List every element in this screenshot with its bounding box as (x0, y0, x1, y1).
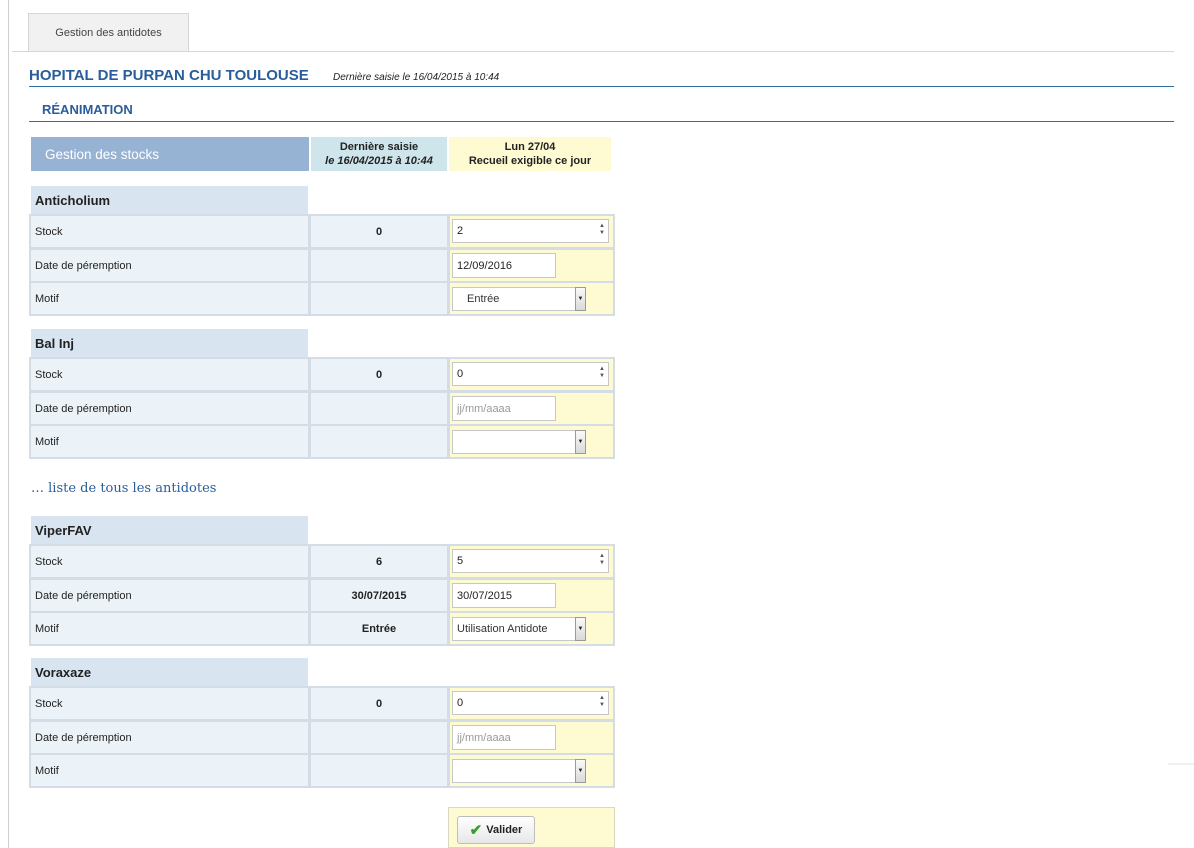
stocks-header: Gestion des stocks (31, 137, 309, 171)
reason-label: Motif (31, 755, 308, 786)
dropdown-arrow-icon[interactable]: ▼ (575, 759, 586, 783)
scroll-marker (1168, 763, 1194, 765)
stock-input-cell: 0 ▲ ▼ (450, 688, 613, 719)
dropdown-arrow-icon[interactable]: ▼ (575, 617, 586, 641)
last-reason-value: Entrée (311, 613, 447, 644)
expiry-label: Date de péremption (31, 250, 308, 281)
expiry-label: Date de péremption (31, 722, 308, 753)
antidote-grid: Stock 0 0 ▲ ▼ Date de péremption jj/mm/aa… (29, 686, 615, 788)
last-entry-header-title: Dernière saisie (339, 141, 419, 153)
expiry-date-input[interactable]: 12/09/2016 (452, 253, 556, 278)
check-icon: ✔ (469, 822, 483, 839)
hospital-header: HOPITAL DE PURPAN CHU TOULOUSE Dernière … (29, 66, 1174, 87)
stock-input-value: 2 (457, 225, 464, 237)
hospital-name: HOPITAL DE PURPAN CHU TOULOUSE (29, 67, 309, 84)
antidote-name: Bal Inj (31, 329, 308, 357)
today-header-date: Lun 27/04 (504, 141, 556, 153)
antidote-name: Anticholium (31, 186, 308, 214)
last-stock-value: 0 (311, 216, 447, 247)
stock-input[interactable]: 5 ▲ ▼ (452, 549, 609, 573)
hospital-last-entry: Dernière saisie le 16/04/2015 à 10:44 (333, 72, 500, 83)
all-antidotes-link[interactable]: … liste de tous les antidotes (31, 481, 216, 496)
last-stock-value: 0 (311, 688, 447, 719)
spinner-arrows-icon[interactable]: ▲ ▼ (599, 695, 605, 709)
last-expiry-value: 30/07/2015 (311, 580, 447, 611)
service-header: RÉANIMATION (29, 101, 1174, 122)
antidote-name: Voraxaze (31, 658, 308, 686)
reason-select-cell: ▼ (450, 755, 613, 786)
stock-input-cell: 2 ▲ ▼ (450, 216, 613, 247)
reason-select-cell: ▼ (450, 426, 613, 457)
expiry-input-cell: 12/09/2016 (450, 250, 613, 281)
expiry-input-cell: jj/mm/aaaa (450, 722, 613, 753)
stock-input-cell: 5 ▲ ▼ (450, 546, 613, 577)
stock-input[interactable]: 2 ▲ ▼ (452, 219, 609, 243)
last-expiry-value (311, 393, 447, 424)
reason-select[interactable]: Utilisation Antidote ▼ (452, 617, 586, 641)
reason-label: Motif (31, 283, 308, 314)
last-stock-value: 6 (311, 546, 447, 577)
submit-area: ✔ Valider (448, 807, 615, 848)
reason-select-value: Utilisation Antidote (457, 623, 548, 635)
expiry-input-cell: 30/07/2015 (450, 580, 613, 611)
spinner-arrows-icon[interactable]: ▲ ▼ (599, 366, 605, 380)
expiry-date-input[interactable]: 30/07/2015 (452, 583, 556, 608)
stock-input-cell: 0 ▲ ▼ (450, 359, 613, 390)
antidote-grid: Stock 0 2 ▲ ▼ Date de péremption 12/09/20… (29, 214, 615, 316)
dropdown-arrow-icon[interactable]: ▼ (575, 430, 586, 454)
reason-select[interactable]: Entrée ▼ (452, 287, 586, 311)
last-reason-value (311, 426, 447, 457)
last-expiry-value (311, 250, 447, 281)
dropdown-arrow-icon[interactable]: ▼ (575, 287, 586, 311)
last-reason-value (311, 283, 447, 314)
valider-label: Valider (486, 824, 523, 836)
reason-label: Motif (31, 426, 308, 457)
stock-input[interactable]: 0 ▲ ▼ (452, 691, 609, 715)
today-header-note: Recueil exigible ce jour (468, 155, 592, 167)
last-entry-header-date: le 16/04/2015 à 10:44 (325, 155, 433, 167)
reason-select[interactable]: ▼ (452, 759, 586, 783)
reason-select-value: Entrée (467, 293, 500, 305)
tab-gestion-antidotes[interactable]: Gestion des antidotes (28, 13, 189, 51)
reason-select-cell: Entrée ▼ (450, 283, 613, 314)
stock-label: Stock (31, 359, 308, 390)
stock-input-value: 5 (457, 555, 464, 567)
expiry-date-input[interactable]: jj/mm/aaaa (452, 725, 556, 750)
last-expiry-value (311, 722, 447, 753)
stock-label: Stock (31, 546, 308, 577)
stock-input-value: 0 (457, 697, 464, 709)
reason-select[interactable]: ▼ (452, 430, 586, 454)
left-border (8, 0, 9, 848)
antidote-grid: Stock 6 5 ▲ ▼ Date de péremption 30/07/20… (29, 544, 615, 646)
last-reason-value (311, 755, 447, 786)
spinner-arrows-icon[interactable]: ▲ ▼ (599, 553, 605, 567)
stock-input-value: 0 (457, 368, 464, 380)
stock-input[interactable]: 0 ▲ ▼ (452, 362, 609, 386)
spinner-arrows-icon[interactable]: ▲ ▼ (599, 223, 605, 237)
expiry-date-input[interactable]: jj/mm/aaaa (452, 396, 556, 421)
antidote-name: ViperFAV (31, 516, 308, 544)
expiry-input-cell: jj/mm/aaaa (450, 393, 613, 424)
service-name: RÉANIMATION (42, 102, 133, 117)
stock-label: Stock (31, 688, 308, 719)
expiry-label: Date de péremption (31, 393, 308, 424)
reason-select-cell: Utilisation Antidote ▼ (450, 613, 613, 644)
stock-label: Stock (31, 216, 308, 247)
antidote-grid: Stock 0 0 ▲ ▼ Date de péremption jj/mm/aa… (29, 357, 615, 459)
tab-bar: Gestion des antidotes (12, 13, 1174, 52)
reason-label: Motif (31, 613, 308, 644)
last-entry-column-header: Dernière saisie le 16/04/2015 à 10:44 (311, 137, 447, 171)
expiry-label: Date de péremption (31, 580, 308, 611)
last-stock-value: 0 (311, 359, 447, 390)
valider-button[interactable]: ✔ Valider (457, 816, 535, 844)
today-column-header: Lun 27/04 Recueil exigible ce jour (449, 137, 611, 171)
